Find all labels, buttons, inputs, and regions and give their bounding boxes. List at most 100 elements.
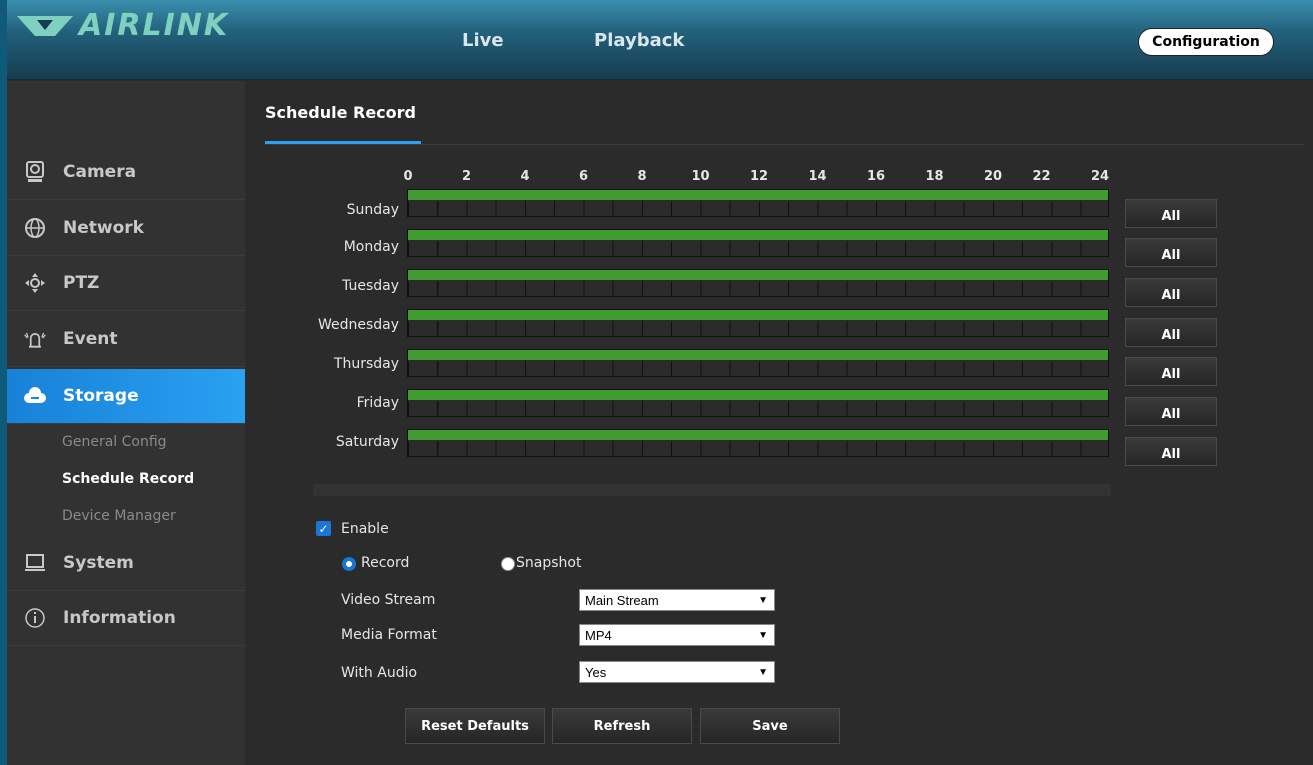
- sidebar-subitem-device-manager[interactable]: Device Manager: [62, 508, 176, 524]
- enable-label: Enable: [341, 521, 389, 537]
- record-bar: [408, 230, 1108, 240]
- day-label-sunday: Sunday: [346, 202, 399, 218]
- sidebar-item-label: Event: [63, 329, 118, 349]
- all-button-wednesday[interactable]: All: [1125, 318, 1217, 347]
- record-radio[interactable]: [342, 557, 356, 571]
- hour-label: 18: [925, 169, 944, 184]
- hour-label: 8: [637, 169, 647, 184]
- all-button-saturday[interactable]: All: [1125, 437, 1217, 466]
- hour-label: 14: [808, 169, 827, 184]
- sidebar-item-network[interactable]: Network: [7, 201, 245, 256]
- network-icon: [23, 216, 47, 240]
- video-stream-select[interactable]: Main Stream ▼: [579, 589, 775, 611]
- hour-label: 12: [749, 169, 769, 184]
- sidebar-item-label: PTZ: [63, 273, 100, 293]
- snapshot-radio[interactable]: [501, 557, 515, 571]
- refresh-button[interactable]: Refresh: [552, 708, 692, 744]
- hour-label: 24: [1090, 169, 1110, 184]
- media-format-value: MP4: [585, 627, 612, 643]
- day-label-tuesday: Tuesday: [342, 278, 399, 294]
- horizontal-scrollbar[interactable]: [313, 484, 1111, 496]
- app-window: AIRLINK Live Playback Configuration Came…: [0, 0, 1313, 765]
- reset-defaults-button[interactable]: Reset Defaults: [405, 708, 545, 744]
- schedule-row-monday[interactable]: [407, 229, 1109, 257]
- sidebar-item-information[interactable]: Information: [7, 591, 245, 646]
- schedule-row-sunday[interactable]: [407, 189, 1109, 217]
- sidebar-item-ptz[interactable]: PTZ: [7, 256, 245, 311]
- logo-text: AIRLINK: [79, 8, 230, 43]
- with-audio-select[interactable]: Yes ▼: [579, 661, 775, 683]
- schedule-row-tuesday[interactable]: [407, 269, 1109, 297]
- all-button-friday[interactable]: All: [1125, 397, 1217, 426]
- configuration-button[interactable]: Configuration: [1138, 28, 1274, 56]
- hour-label: 16: [866, 169, 886, 184]
- logo-mark-icon: [17, 15, 73, 36]
- hour-grid: [408, 441, 1108, 456]
- chevron-down-icon: ▼: [758, 594, 768, 606]
- video-stream-label: Video Stream: [341, 592, 436, 608]
- hour-grid: [408, 281, 1108, 296]
- sidebar: Camera Network PTZ Event Storage General…: [7, 81, 259, 765]
- day-label-friday: Friday: [356, 395, 399, 411]
- schedule-row-saturday[interactable]: [407, 429, 1109, 457]
- sidebar-item-label: Camera: [63, 162, 137, 182]
- ptz-icon: [23, 271, 47, 295]
- all-button-tuesday[interactable]: All: [1125, 278, 1217, 307]
- all-button-monday[interactable]: All: [1125, 238, 1217, 267]
- left-edge-strip: [0, 0, 7, 765]
- all-button-thursday[interactable]: All: [1125, 357, 1217, 386]
- day-label-thursday: Thursday: [333, 356, 399, 372]
- hour-label: 22: [1032, 169, 1051, 184]
- hour-label: 0: [403, 169, 413, 184]
- media-format-select[interactable]: MP4 ▼: [579, 624, 775, 646]
- record-bar: [408, 430, 1108, 440]
- sidebar-item-label: Network: [63, 218, 144, 238]
- record-bar: [408, 390, 1108, 400]
- chevron-down-icon: ▼: [758, 629, 768, 641]
- hour-grid: [408, 321, 1108, 336]
- system-icon: [23, 551, 47, 575]
- day-label-wednesday: Wednesday: [317, 317, 399, 333]
- record-bar: [408, 270, 1108, 280]
- schedule-row-thursday[interactable]: [407, 349, 1109, 377]
- sidebar-subitem-general-config[interactable]: General Config: [62, 434, 167, 450]
- record-bar: [408, 310, 1108, 320]
- sidebar-item-label: Information: [63, 608, 176, 628]
- all-button-sunday[interactable]: All: [1125, 199, 1217, 228]
- snapshot-radio-label: Snapshot: [516, 555, 582, 571]
- video-stream-value: Main Stream: [585, 592, 659, 608]
- schedule-row-friday[interactable]: [407, 389, 1109, 417]
- sidebar-item-label: Storage: [63, 386, 139, 406]
- enable-checkbox[interactable]: ✓: [316, 521, 331, 536]
- nav-playback[interactable]: Playback: [594, 30, 684, 51]
- hour-label: 2: [461, 169, 472, 184]
- chevron-down-icon: ▼: [758, 666, 768, 678]
- hour-label: 20: [983, 169, 1003, 184]
- storage-icon: [23, 384, 47, 408]
- camera-icon: [23, 160, 47, 184]
- hour-grid: [408, 241, 1108, 256]
- hour-grid: [408, 401, 1108, 416]
- record-radio-label: Record: [361, 555, 410, 571]
- with-audio-label: With Audio: [341, 665, 418, 681]
- media-format-label: Media Format: [341, 627, 437, 643]
- schedule-row-wednesday[interactable]: [407, 309, 1109, 337]
- info-icon: [23, 606, 47, 630]
- title-rule: [265, 144, 1305, 145]
- save-button[interactable]: Save: [700, 708, 840, 744]
- hour-label: 6: [578, 169, 589, 184]
- top-header: AIRLINK Live Playback Configuration: [7, 0, 1313, 80]
- nav-live[interactable]: Live: [462, 30, 504, 51]
- day-label-saturday: Saturday: [335, 434, 399, 450]
- main-panel: Schedule Record 0 2 4 6 8 10 12 14 16 18…: [245, 81, 1313, 765]
- sidebar-item-storage[interactable]: Storage: [7, 369, 259, 424]
- sidebar-item-system[interactable]: System: [7, 536, 245, 591]
- sidebar-subitem-schedule-record[interactable]: Schedule Record: [62, 471, 194, 487]
- sidebar-item-event[interactable]: Event: [7, 312, 245, 367]
- hour-label: 4: [520, 169, 530, 184]
- sidebar-item-label: System: [63, 553, 134, 573]
- airlink-logo: AIRLINK: [15, 8, 229, 43]
- hour-grid: [408, 201, 1108, 216]
- sidebar-item-camera[interactable]: Camera: [7, 145, 245, 200]
- record-bar: [408, 190, 1108, 200]
